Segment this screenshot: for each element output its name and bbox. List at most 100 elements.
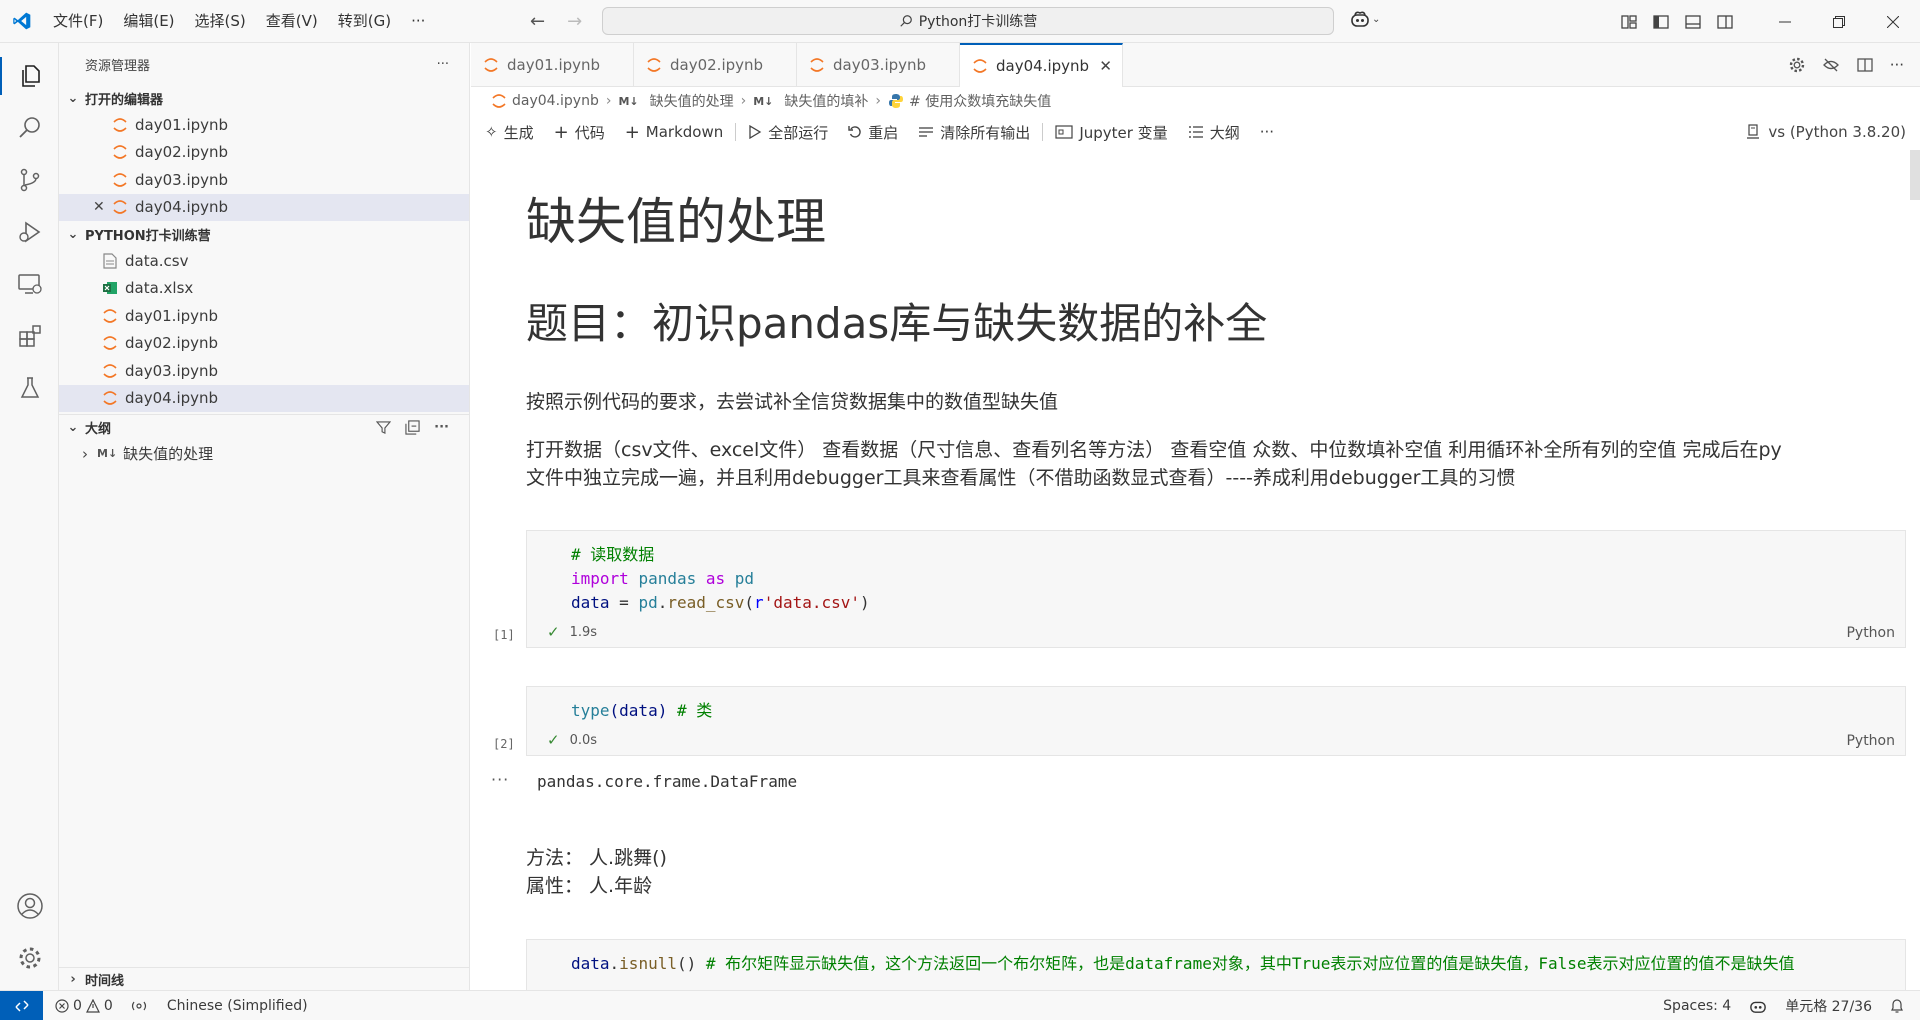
editor-scrollbar[interactable] [1910,150,1920,200]
tab-day01[interactable]: day01.ipynb [471,43,634,87]
jupyter-icon [111,116,129,134]
source-control-button[interactable] [0,155,59,205]
split-editor-icon[interactable] [1856,56,1874,74]
code-cell-1[interactable]: # 读取数据 import pandas as pd data = pd.rea… [526,530,1906,648]
minimize-button[interactable] [1758,0,1812,43]
gear-icon[interactable] [1788,56,1806,74]
bell-icon[interactable] [1890,998,1904,1014]
cell-language[interactable]: Python [1846,733,1895,749]
jupyter-variables-button[interactable]: Jupyter 变量 [1055,122,1168,143]
code-editor[interactable]: data.isnull() # 布尔矩阵显示缺失值，这个方法返回一个布尔矩阵，也… [571,952,1795,976]
command-center-search[interactable]: Python打卡训练营 [602,7,1334,35]
testing-button[interactable] [0,363,59,413]
check-icon: ✓ [547,731,560,749]
restart-button[interactable]: 重启 [848,122,898,143]
file-item-day01[interactable]: day01.ipynb [59,302,469,330]
kernel-picker[interactable]: vs (Python 3.8.20) [1746,114,1906,150]
menu-file[interactable]: 文件(F) [43,0,113,43]
cell-position-indicator[interactable]: 单元格 27/36 [1785,996,1872,1016]
code-editor[interactable]: type(data) # 类 [571,699,712,723]
search-button[interactable] [0,103,59,153]
forward-arrow-icon[interactable]: → [567,11,582,32]
restore-button[interactable] [1812,0,1866,43]
explorer-button[interactable] [0,51,59,101]
file-item-data-csv[interactable]: data.csv [59,247,469,275]
accounts-button[interactable] [0,881,59,931]
tab-day02[interactable]: day02.ipynb [634,43,797,87]
toggle-primary-sidebar-icon[interactable] [1652,13,1670,31]
outline-section[interactable]: ⌄ 大纲 ··· [59,414,469,440]
file-item-day02[interactable]: day02.ipynb [59,330,469,358]
add-code-cell-button[interactable]: + 代码 [554,122,605,143]
back-arrow-icon[interactable]: ← [530,11,545,32]
timeline-section[interactable]: › 时间线 [59,967,470,990]
language-indicator[interactable]: Chinese (Simplified) [167,998,308,1014]
editor-actions: ··· [1788,43,1920,87]
jupyter-icon [111,171,129,189]
folder-section[interactable]: ⌄ PYTHON打卡训练营 [59,221,469,247]
sparkle-icon: ✧ [485,123,498,141]
add-markdown-cell-button[interactable]: + Markdown [625,122,724,143]
code-cell-3[interactable]: data.isnull() # 布尔矩阵显示缺失值，这个方法返回一个布尔矩阵，也… [526,939,1906,990]
plus-icon: + [624,121,640,143]
copilot-icon[interactable] [1749,998,1767,1014]
breadcrumb-section-2[interactable]: 缺失值的填补 [784,91,868,111]
close-icon[interactable]: ✕ [93,199,105,215]
problems-indicator[interactable]: 0 0 [55,998,113,1014]
outline-more-button[interactable]: ··· [434,420,449,435]
editor-more-button[interactable]: ··· [1890,56,1904,74]
file-item-day03[interactable]: day03.ipynb [59,357,469,385]
remote-indicator-button[interactable] [0,990,43,1020]
manage-button[interactable] [0,933,59,983]
outline-item[interactable]: › M↓ 缺失值的处理 [59,440,469,468]
generate-button[interactable]: ✧ 生成 [485,122,534,143]
extensions-button[interactable] [0,311,59,361]
remote-explorer-button[interactable] [0,259,59,309]
run-all-button[interactable]: 全部运行 [748,122,828,143]
outline-label: 大纲 [85,422,112,437]
search-icon [900,15,912,27]
open-editor-item-day01[interactable]: day01.ipynb [59,111,469,139]
toolbar-more-button[interactable]: ··· [1260,123,1274,141]
outline-button[interactable]: 大纲 [1188,122,1240,143]
toggle-panel-icon[interactable] [1684,13,1702,31]
breadcrumb-cell[interactable]: # 使用众数填充缺失值 [909,91,1051,111]
close-tab-icon[interactable]: ✕ [1099,57,1112,75]
close-window-button[interactable] [1866,0,1920,43]
extensions-icon [18,325,41,347]
menu-selection[interactable]: 选择(S) [185,0,256,43]
cell-language[interactable]: Python [1846,625,1895,641]
toggle-secondary-sidebar-icon[interactable] [1716,13,1734,31]
output-actions-button[interactable]: ··· [491,770,509,789]
file-item-data-xlsx[interactable]: data.xlsx [59,275,469,303]
breadcrumb-section-1[interactable]: 缺失值的处理 [650,91,734,111]
code-cell-2[interactable]: type(data) # 类 ✓ 0.0s Python [526,686,1906,756]
open-editor-item-day03[interactable]: day03.ipynb [59,166,469,194]
collapse-all-icon[interactable] [405,420,420,435]
menu-edit[interactable]: 编辑(E) [113,0,184,43]
explorer-more-button[interactable]: ··· [437,57,449,72]
ports-indicator[interactable] [131,999,147,1013]
indentation-indicator[interactable]: Spaces: 4 [1663,998,1731,1014]
code-editor[interactable]: # 读取数据 import pandas as pd data = pd.rea… [571,543,870,615]
breadcrumb-file[interactable]: day04.ipynb [512,93,599,109]
toolbar-divider [1042,123,1044,141]
filter-icon[interactable] [376,420,392,435]
open-editors-section[interactable]: ⌄ 打开的编辑器 [59,85,469,111]
menu-go[interactable]: 转到(G) [328,0,401,43]
markdown-paragraph: 属性： 人.年龄 [526,875,653,897]
code-comment: # 布尔矩阵显示缺失值，这个方法返回一个布尔矩阵，也是dataframe对象，其… [696,954,1795,973]
customize-layout-icon[interactable] [1620,13,1638,31]
open-editor-item-day02[interactable]: day02.ipynb [59,139,469,167]
run-debug-button[interactable] [0,207,59,257]
menu-view[interactable]: 查看(V) [256,0,328,43]
clear-outputs-button[interactable]: 清除所有输出 [918,122,1030,143]
eye-closed-icon[interactable] [1822,56,1840,74]
copilot-button[interactable]: ⌄ [1350,10,1380,28]
tab-day03[interactable]: day03.ipynb [797,43,960,87]
open-editor-item-day04[interactable]: ✕ day04.ipynb [59,193,469,221]
file-item-day04[interactable]: day04.ipynb [59,384,469,412]
tab-day04[interactable]: day04.ipynb ✕ [960,43,1123,87]
menu-more[interactable]: ··· [401,0,435,43]
file-label: day04.ipynb [125,389,219,408]
